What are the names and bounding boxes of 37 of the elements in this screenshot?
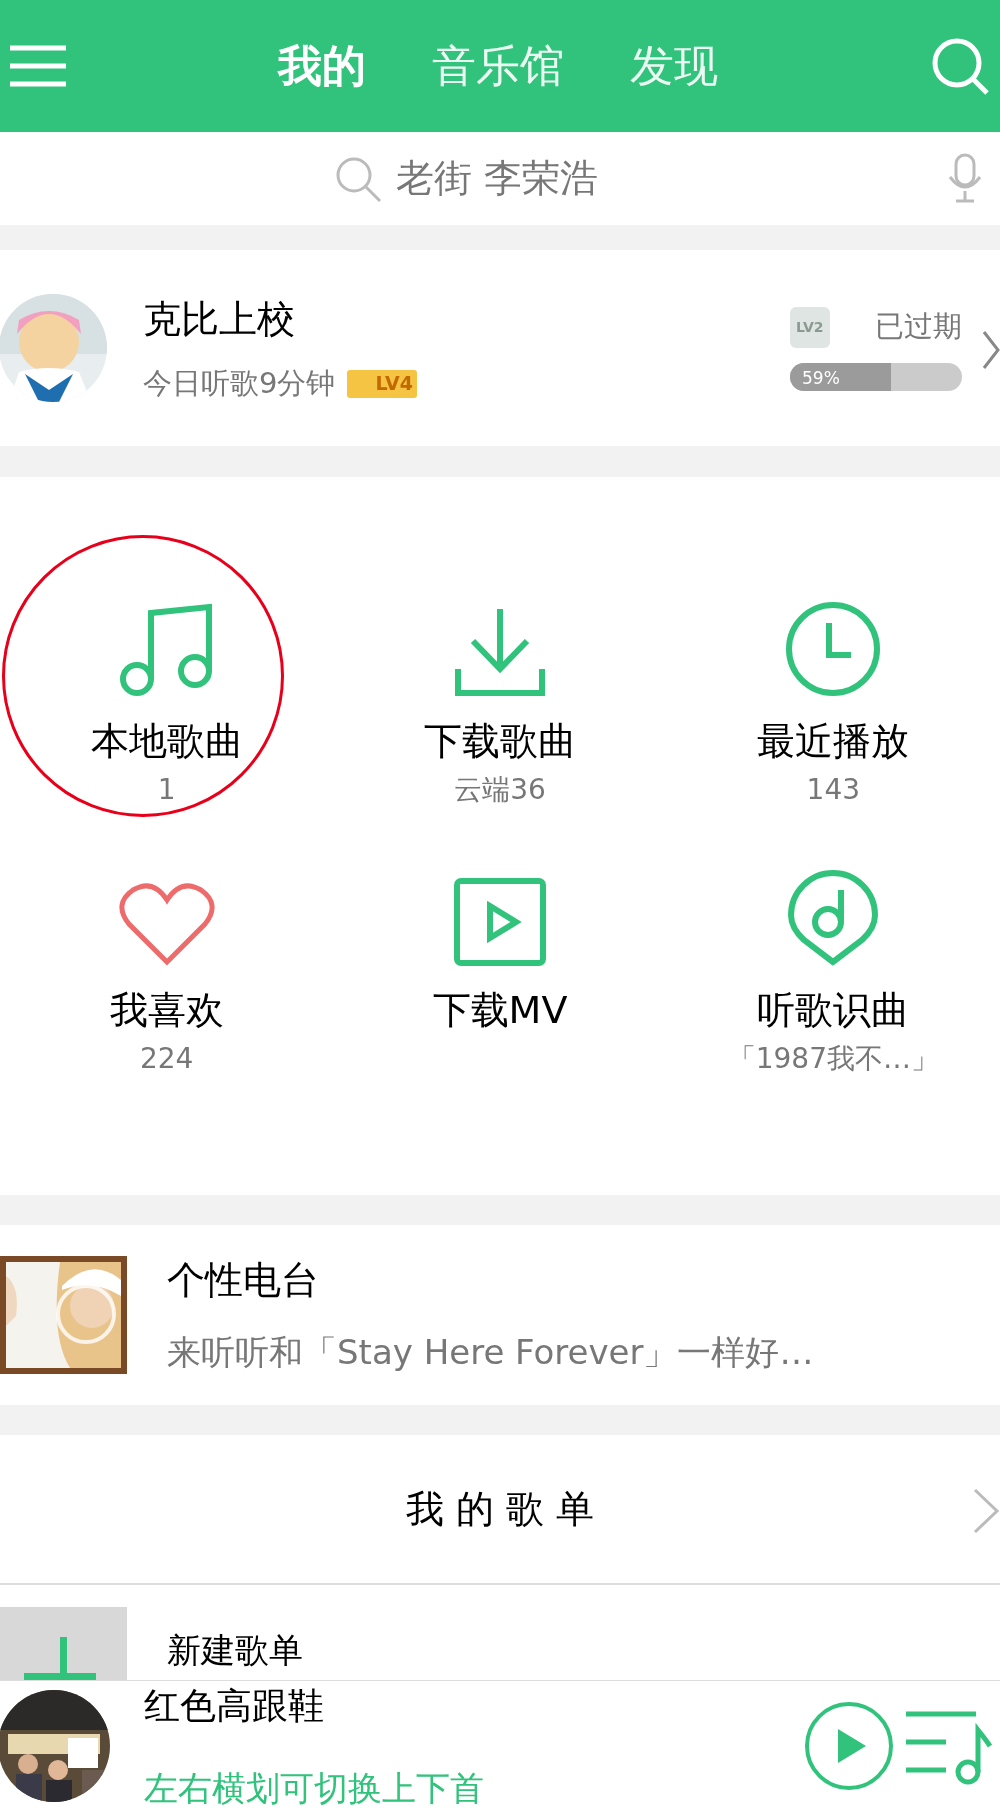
shortcut-count: 「1987我不…」 <box>727 1041 939 1077</box>
level-badge: LV4 <box>347 369 417 398</box>
heart-icon <box>118 882 215 966</box>
music-pin-icon <box>788 870 879 966</box>
shortcut-count: 云端36 <box>454 772 546 808</box>
add-playlist-icon[interactable] <box>0 1607 127 1680</box>
listening-time: 今日听歌9分钟 <box>143 364 336 402</box>
shortcut-count: 1 <box>157 772 176 808</box>
shortcut-count: 143 <box>806 772 861 808</box>
new-playlist-label[interactable]: 新建歌单 <box>167 1625 303 1676</box>
user-name: 克比上校 <box>143 295 296 343</box>
shortcut-label[interactable]: 我喜欢 <box>109 986 224 1034</box>
play-box-icon <box>454 878 546 966</box>
chevron-icon[interactable] <box>972 1487 1000 1535</box>
vip-status: 已过期 <box>875 308 962 346</box>
download-icon <box>455 607 545 697</box>
search-icon[interactable] <box>930 36 990 96</box>
progress-reading: 59% <box>802 366 840 390</box>
song-title: 红色高跟鞋 <box>144 1683 325 1728</box>
microphone-icon[interactable] <box>948 153 982 203</box>
vip-badge: LV2 <box>790 306 830 348</box>
radio-subtitle: 来听听和「Stay Here Forever」一样好… <box>167 1331 814 1374</box>
section-title: 我 的 歌 单 <box>405 1485 595 1533</box>
shortcut-label[interactable]: 本地歌曲 <box>90 717 243 765</box>
search-field[interactable]: 老街 李荣浩 <box>334 150 666 207</box>
shortcut-label[interactable]: 听歌识曲 <box>757 986 910 1034</box>
music-note-icon <box>118 601 215 697</box>
clock-icon <box>785 601 882 697</box>
chevron-icon[interactable] <box>982 330 1000 370</box>
shortcut-label[interactable]: 最近播放 <box>757 717 910 765</box>
shortcut-label[interactable]: 下载MV <box>432 986 568 1034</box>
shortcut-label[interactable]: 下载歌曲 <box>424 717 576 765</box>
radio-title: 个性电台 <box>167 1257 320 1304</box>
shortcut-count: 224 <box>139 1041 194 1077</box>
menu-icon[interactable] <box>10 44 66 88</box>
swipe-hint: 左右横划可切换上下首 <box>144 1766 484 1810</box>
play-button[interactable] <box>804 1701 894 1791</box>
